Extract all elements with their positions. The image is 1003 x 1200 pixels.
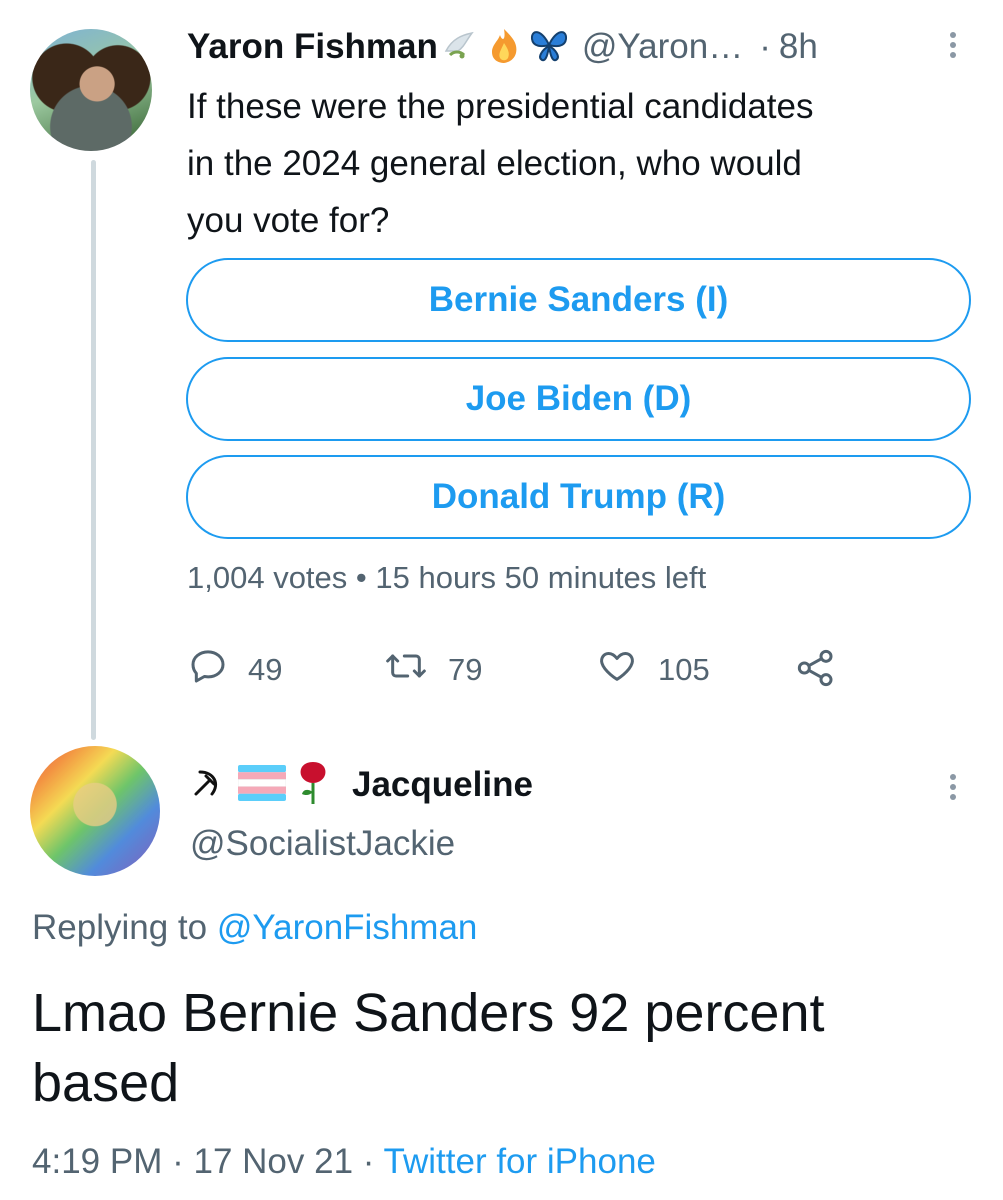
poll-dot: • bbox=[355, 560, 367, 595]
poll-option-biden[interactable]: Joe Biden (D) bbox=[186, 357, 971, 441]
reply-text-line: based bbox=[32, 1053, 180, 1113]
dove-emoji bbox=[440, 25, 480, 70]
butterfly-emoji bbox=[528, 25, 570, 70]
reply-author-name[interactable]: Jacqueline bbox=[352, 765, 533, 805]
fire-emoji bbox=[484, 25, 524, 70]
reply-text-line: Lmao Bernie Sanders 92 percent bbox=[32, 983, 825, 1043]
tweet-text-line: in the 2024 general election, who would bbox=[187, 144, 802, 183]
reply-source-link[interactable]: Twitter for iPhone bbox=[384, 1142, 656, 1181]
reply-count: 49 bbox=[248, 652, 283, 687]
trans-flag-emoji bbox=[237, 764, 287, 806]
reply-header: Jacqueline bbox=[190, 760, 533, 810]
author-handle[interactable]: @Yaron… bbox=[582, 27, 743, 67]
retweet-button[interactable]: 79 bbox=[384, 646, 482, 694]
more-icon[interactable] bbox=[950, 28, 956, 62]
avatar[interactable] bbox=[30, 29, 152, 151]
poll-summary: 1,004 votes • 15 hours 50 minutes left bbox=[187, 560, 706, 596]
reply-button[interactable]: 49 bbox=[188, 646, 282, 694]
like-count: 105 bbox=[658, 652, 710, 687]
author-name[interactable]: Yaron Fishman bbox=[187, 27, 438, 67]
retweet-count: 79 bbox=[448, 652, 483, 687]
poll-votes: 1,004 votes bbox=[187, 560, 348, 595]
header-separator: · bbox=[759, 27, 771, 66]
tweet-text: If these were the presidential candidate… bbox=[187, 78, 987, 249]
meta-separator: · bbox=[172, 1142, 184, 1181]
thread-connector bbox=[91, 160, 96, 740]
poll-option-bernie[interactable]: Bernie Sanders (I) bbox=[186, 258, 971, 342]
poll-option-trump[interactable]: Donald Trump (R) bbox=[186, 455, 971, 539]
tweet-text-line: If these were the presidential candidate… bbox=[187, 87, 814, 126]
reply-author-handle[interactable]: @SocialistJackie bbox=[190, 824, 455, 864]
tweet-header: Yaron Fishman @Yaron… · 8h bbox=[187, 24, 818, 70]
tweet-text-line: you vote for? bbox=[187, 201, 390, 240]
rose-emoji bbox=[296, 760, 330, 811]
reply-time[interactable]: 4:19 PM bbox=[32, 1142, 162, 1181]
replying-to-link[interactable]: @YaronFishman bbox=[217, 908, 478, 947]
like-icon bbox=[596, 646, 638, 694]
reply-text: Lmao Bernie Sanders 92 percent based bbox=[32, 978, 825, 1118]
retweet-icon bbox=[384, 646, 428, 694]
more-icon[interactable] bbox=[950, 770, 956, 804]
hammer-sickle-icon bbox=[190, 766, 224, 805]
like-button[interactable]: 105 bbox=[596, 646, 710, 694]
reply-meta: 4:19 PM · 17 Nov 21 · Twitter for iPhone bbox=[32, 1142, 656, 1182]
share-icon bbox=[795, 648, 837, 696]
replying-to-line: Replying to @YaronFishman bbox=[32, 908, 477, 948]
reply-date[interactable]: 17 Nov 21 bbox=[193, 1142, 353, 1181]
poll-time-left: 15 hours 50 minutes left bbox=[375, 560, 707, 595]
meta-separator: · bbox=[362, 1142, 375, 1181]
replying-prefix: Replying to bbox=[32, 908, 208, 947]
reply-icon bbox=[188, 646, 228, 694]
avatar[interactable] bbox=[30, 746, 160, 876]
share-button[interactable] bbox=[795, 648, 837, 696]
tweet-time-ago[interactable]: 8h bbox=[779, 27, 818, 67]
